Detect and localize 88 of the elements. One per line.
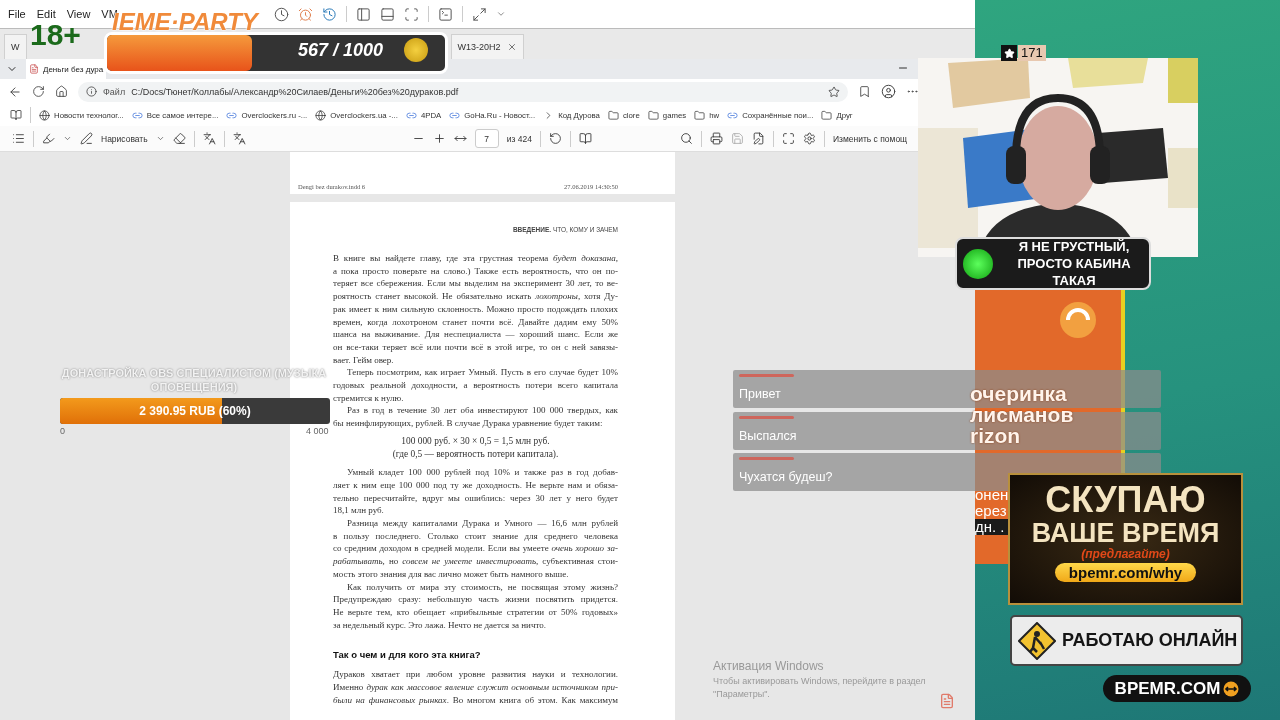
draw-button[interactable]: Нарисовать [101,133,148,144]
fullscreen-icon[interactable] [781,132,795,145]
zoom-in-icon[interactable] [432,132,446,145]
folder-icon[interactable] [821,109,833,121]
status-light-icon [963,248,993,279]
site-badge-text: BPEMR.COM [1114,678,1221,699]
vm-tab[interactable]: W [4,34,27,59]
chat-username [739,457,794,460]
chat-username [739,374,794,377]
paragraph: Теперь посмотрим, как играет Умный. Пусть в его случае будет 10% годовых реальной доходности, а вероятность потери всего капитала стремится к нулю. [333,366,618,405]
globe-icon[interactable] [315,109,327,121]
panel-bottom-icon[interactable] [379,6,395,22]
expand-icon[interactable] [471,6,487,22]
caret-icon[interactable] [63,134,72,143]
paragraph: Разница между капиталами Дурака и Умного — 16,6 млн рублей в пользу последнего. Столько стоит знание для среднего человека со средним доходом в средней модели. Если вы умеете очень хорошо за- рабатывать, но совсем не умеете инвестировать, субъективная стои- мость этого знания для вас лично может быть намного выше. [333,517,618,581]
promo-note: (предлагайте) [1081,547,1170,562]
address-field[interactable]: Файл C:/Docs/Тюнет/Коллабы/Александр%20Силаев/Деньги%20без%20дураков.pdf [78,81,848,102]
eraser-icon[interactable] [172,132,186,145]
promo-headline: СКУПАЮ [1045,481,1206,519]
folder-icon[interactable] [607,109,619,121]
url-text: C:/Docs/Тюнет/Коллабы/Александр%20Силаев/Деньги%20без%20дураков.pdf [131,86,459,97]
avatar-icon[interactable] [881,84,896,99]
close-icon[interactable] [506,42,517,52]
meme-progress-reading: 567 / 1000 [298,40,384,61]
chat-text: Чухатся будеш? [739,470,833,484]
info-icon[interactable] [86,86,97,97]
folder-icon[interactable] [694,109,706,121]
chat-text: Привет [739,387,781,401]
rotate-icon[interactable] [548,132,562,145]
activation-text: Чтобы активировать Windows, перейдите в раздел "Параметры". [713,675,927,701]
chat-username [739,415,794,419]
page-field[interactable]: 7 [474,129,499,148]
refresh-logo-icon [1058,300,1098,340]
favorites-icon[interactable] [858,85,871,98]
paragraph: В книге вы найдете главу, где эта грустная теорема будет доказана, а пока просто поверьте на слово.) Также есть вероятность, что он по- теряет все сбережения. Если мы выделим на эксперимент 30 лет, то ве- роятность станет высокой. Не обязательно искать лохотроны, хотя Ду- рак имеет к ним сильную склонность. Можно просто подождать плохих времен, когда лохотроном станет почти всё. Давайте дадим ему 50% шанса на выживание. Для неспециалиста — хороший шанс. Если же он все-таки теряет всё или почти всё в этой игре, то он с ней завязы- вает. Гейм овер. [333,252,618,367]
highlighter-icon[interactable] [42,132,55,145]
translate-icon[interactable] [232,132,246,145]
print-icon[interactable] [709,132,723,145]
menu-item[interactable]: File [8,8,26,20]
road-work-icon [1018,621,1056,660]
draw-icon[interactable] [80,132,93,145]
pdf-file-icon[interactable] [29,64,39,74]
back-icon[interactable] [8,84,22,99]
section-heading: Так о чем и для кого эта книга? [333,649,482,661]
history-icon[interactable] [321,6,337,22]
promo-link[interactable]: bpemr.com/why [1054,563,1197,583]
two-page-icon[interactable] [578,132,592,145]
frame-icon[interactable] [403,6,419,22]
viewer-count: 171 [1018,45,1046,61]
contents-icon[interactable] [12,132,25,145]
clock-icon[interactable] [273,6,289,22]
home-icon[interactable] [55,85,68,98]
goal-max: 4 000 [306,426,329,436]
paragraph: Умный кладет 100 000 рублей под 10% и также раз в год добав- ляет к ним еще 100 000 под ту же доходность. Не верьте нам и обяза- тельно пересчитайте, вдруг мы ошиблись: через 30 лет у него будет 18,1 млн руб. [333,466,618,518]
paragraph: Раз в год в течение 30 лет оба инвестируют 100 000 твердых, как бы неинфлирующих, рублей. В случае Дурака уравнение будет таким: [333,404,618,430]
paragraph: Как получить от мира эту стоимость, не посвящая этому жизнь? Предупреждаю сразу: небольшую часть жизни посвятить придется. Не верьте тем, кто обещает «прибыльные стратегии от 50% годовых» за недельный курс. Это лажа. Нечто не дается за ничто. [333,580,618,632]
edit-with-button[interactable]: Изменить с помощ [832,133,908,144]
scheme-label: Файл [103,86,126,97]
banner-detail: онен ерез дн. . [975,487,1009,535]
panel-left-icon[interactable] [355,6,371,22]
chat-text: Выспался [739,428,797,443]
annotate-icon[interactable] [751,132,765,145]
browser-tab[interactable]: Деньги без дура [26,59,107,79]
activation-title: Активация Windows [713,659,824,673]
vm-tab[interactable]: W13-20H2 [450,34,524,59]
pdf-file-icon [939,693,955,709]
goal-min: 0 [60,426,65,436]
arrows-icon [1223,680,1240,697]
menu-item[interactable]: Edit [36,8,56,20]
promo-headline: ВАШЕ ВРЕМЯ [1031,518,1220,548]
work-sign-text: РАБОТАЮ ОНЛАЙН [1062,630,1238,651]
folder-icon[interactable] [647,109,659,121]
search-icon[interactable] [679,132,693,145]
mood-text: Я НЕ ГРУСТНЫЙ, ПРОСТО КАБИНА ТАКАЯ [1016,238,1132,289]
formula: 100 000 руб. × 30 × 0,5 = 1,5 млн руб. (где 0,5 — вероятность потери капитала). [391,434,560,461]
page-total: из 424 [506,133,532,144]
settings-icon[interactable] [802,132,816,145]
menu-item[interactable]: View [66,8,91,20]
globe-icon[interactable] [39,109,50,121]
tab-title: Деньги без дура [43,64,104,74]
reload-icon[interactable] [32,85,45,98]
alarm-clock-icon[interactable] [297,6,313,22]
caret-icon[interactable] [155,134,165,143]
terminal-icon[interactable] [437,6,453,22]
paragraph: Дураков хватает при любом уровне развития науки и технологии. Именно дурак как массовое явление служит основным источником при- были на финансовых рынках. Во многом книга об этом. Как максимум [333,668,618,707]
star-badge [1001,45,1017,61]
star-icon[interactable] [828,85,840,98]
age-rating: 18+ [30,20,81,50]
